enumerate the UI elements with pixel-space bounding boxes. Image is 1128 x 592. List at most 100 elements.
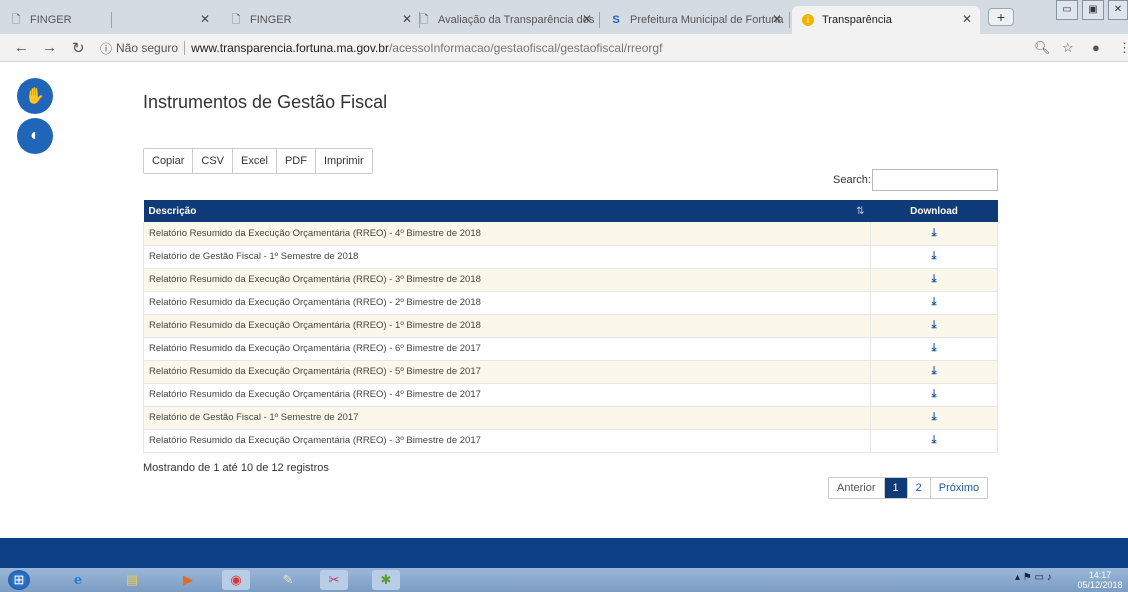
browser-tab-finger-1[interactable]: 🗋 FINGER [0, 6, 112, 34]
page-icon: 🗋 [231, 13, 241, 26]
close-icon[interactable]: ✕ [772, 12, 782, 26]
table-row: Relatório Resumido da Execução Orçamentá… [143, 291, 998, 315]
sign-language-icon[interactable]: ✋ [17, 78, 53, 114]
download-icon[interactable]: ⤓ [932, 388, 937, 401]
system-clock[interactable]: 14:17 05/12/2018 [1074, 570, 1126, 590]
previous-page-button[interactable]: Anterior [829, 478, 885, 498]
row-description: Relatório Resumido da Execução Orçamentá… [143, 314, 871, 338]
paint-icon[interactable]: ✎ [274, 570, 302, 590]
page-content: ✋ ◐ Instrumentos de Gestão Fiscal Copiar… [0, 62, 1128, 540]
print-button[interactable]: Imprimir [315, 149, 372, 173]
table-row: Relatório de Gestão Fiscal - 1º Semestre… [143, 245, 998, 269]
table-row: Relatório Resumido da Execução Orçamentá… [143, 268, 998, 292]
page-2-button[interactable]: 2 [908, 478, 931, 498]
tab-title: FINGER [250, 14, 292, 26]
file-explorer-icon[interactable]: ▤ [118, 570, 146, 590]
browser-tab-blank[interactable]: ✕ [112, 6, 218, 34]
column-label: Descrição [148, 205, 197, 217]
row-description: Relatório de Gestão Fiscal - 1º Semestre… [143, 245, 871, 269]
pagination: Anterior 1 2 Próximo [828, 477, 989, 499]
start-button-icon[interactable]: ⊞ [8, 570, 30, 590]
records-info: Mostrando de 1 até 10 de 12 registros [143, 462, 329, 474]
page-title: Instrumentos de Gestão Fiscal [143, 92, 388, 112]
page-icon: 🗋 [11, 13, 21, 26]
export-button-group: Copiar CSV Excel PDF Imprimir [143, 148, 373, 174]
row-description: Relatório Resumido da Execução Orçamentá… [143, 291, 871, 315]
tray-icons[interactable]: ▴ ⚑ ▭ ♪ [1015, 572, 1052, 583]
download-icon[interactable]: ⤓ [932, 365, 937, 378]
sort-icon[interactable]: ⇅ [856, 206, 864, 217]
new-tab-button[interactable]: + [988, 8, 1014, 26]
browser-tab-strip: 🗋 FINGER ✕ 🗋 FINGER ✕ 🗋 Avaliação da Tra… [0, 0, 1128, 34]
info-icon[interactable]: ⓘ [100, 40, 112, 57]
zoom-icon[interactable]: 🔍︎ [1034, 40, 1051, 56]
row-description: Relatório Resumido da Execução Orçamentá… [143, 383, 871, 407]
next-page-button[interactable]: Próximo [931, 478, 987, 498]
snipping-tool-icon[interactable]: ✂ [320, 570, 348, 590]
table-row: Relatório Resumido da Execução Orçamentá… [143, 222, 998, 246]
download-icon[interactable]: ⤓ [932, 273, 937, 286]
table-row: Relatório Resumido da Execução Orçamentá… [143, 314, 998, 338]
page-footer [0, 538, 1128, 568]
documents-table: Descrição ⇅ Download Relatório Resumido … [143, 200, 998, 453]
pdf-button[interactable]: PDF [276, 149, 316, 173]
transparencia-favicon-icon: i [802, 14, 814, 26]
windows-taskbar: ⊞ e ▤ ▶ ◉ ✎ ✂ ✱ ▴ ⚑ ▭ ♪ 14:17 05/12/2018 [0, 568, 1128, 592]
internet-explorer-icon[interactable]: e [64, 570, 92, 590]
browser-tab-prefeitura[interactable]: S Prefeitura Municipal de Fortuna ✕ [600, 6, 790, 34]
browser-tab-transparencia[interactable]: i Transparência ✕ [792, 6, 980, 34]
close-icon[interactable]: ✕ [582, 12, 592, 26]
back-arrow-icon[interactable]: ← [14, 39, 29, 56]
download-icon[interactable]: ⤓ [932, 296, 937, 309]
tab-title: Prefeitura Municipal de Fortuna [630, 14, 784, 26]
table-header-row: Descrição ⇅ Download [143, 200, 998, 222]
restore-icon[interactable]: ▣ [1082, 0, 1104, 20]
csv-button[interactable]: CSV [193, 149, 234, 173]
url-field[interactable]: ⓘ Não seguro www.transparencia.fortuna.m… [100, 38, 1100, 58]
clock-date: 05/12/2018 [1077, 580, 1123, 590]
row-description: Relatório Resumido da Execução Orçamentá… [143, 337, 871, 361]
page-icon: 🗋 [419, 13, 429, 26]
browser-tab-finger-2[interactable]: 🗋 FINGER ✕ [220, 6, 420, 34]
download-icon[interactable]: ⤓ [932, 411, 937, 424]
chrome-icon[interactable]: ◉ [222, 570, 250, 590]
divider [184, 41, 186, 55]
address-bar: ← → ↻ ⓘ Não seguro www.transparencia.for… [0, 34, 1128, 62]
table-row: Relatório Resumido da Execução Orçamentá… [143, 337, 998, 361]
download-icon[interactable]: ⤓ [932, 342, 937, 355]
tab-title: Avaliação da Transparência dos [438, 14, 595, 26]
menu-icon[interactable]: ⋮ [1118, 40, 1128, 56]
download-icon[interactable]: ⤓ [932, 319, 937, 332]
close-window-icon[interactable]: ✕ [1108, 0, 1128, 20]
prefeitura-favicon-icon: S [612, 14, 620, 26]
profile-icon[interactable]: ● [1092, 40, 1100, 55]
download-icon[interactable]: ⤓ [932, 434, 937, 447]
minimize-icon[interactable]: ▭ [1056, 0, 1078, 20]
bookmark-star-icon[interactable]: ☆ [1062, 40, 1074, 56]
app-icon[interactable]: ✱ [372, 570, 400, 590]
table-row: Relatório Resumido da Execução Orçamentá… [143, 429, 998, 453]
media-player-icon[interactable]: ▶ [174, 570, 202, 590]
search-label: Search: [833, 174, 871, 186]
close-icon[interactable]: ✕ [962, 12, 972, 26]
table-row: Relatório Resumido da Execução Orçamentá… [143, 360, 998, 384]
column-header-download: Download [870, 200, 998, 222]
row-description: Relatório Resumido da Execução Orçamentá… [143, 268, 871, 292]
row-description: Relatório Resumido da Execução Orçamentá… [143, 222, 871, 246]
download-icon[interactable]: ⤓ [932, 227, 937, 240]
close-icon[interactable]: ✕ [200, 12, 210, 26]
tab-title: FINGER [30, 14, 72, 26]
browser-tab-avaliacao[interactable]: 🗋 Avaliação da Transparência dos ✕ [408, 6, 600, 34]
tab-title: Transparência [822, 14, 892, 26]
reload-icon[interactable]: ↻ [72, 39, 85, 57]
page-1-button[interactable]: 1 [884, 478, 908, 498]
search-input[interactable] [872, 169, 998, 191]
excel-button[interactable]: Excel [233, 149, 277, 173]
table-row: Relatório de Gestão Fiscal - 1º Semestre… [143, 406, 998, 430]
contrast-icon[interactable]: ◐ [17, 118, 53, 154]
row-description: Relatório Resumido da Execução Orçamentá… [143, 360, 871, 384]
forward-arrow-icon[interactable]: → [42, 39, 57, 56]
copy-button[interactable]: Copiar [144, 149, 194, 173]
download-icon[interactable]: ⤓ [932, 250, 937, 263]
column-header-descricao[interactable]: Descrição ⇅ [143, 200, 871, 222]
